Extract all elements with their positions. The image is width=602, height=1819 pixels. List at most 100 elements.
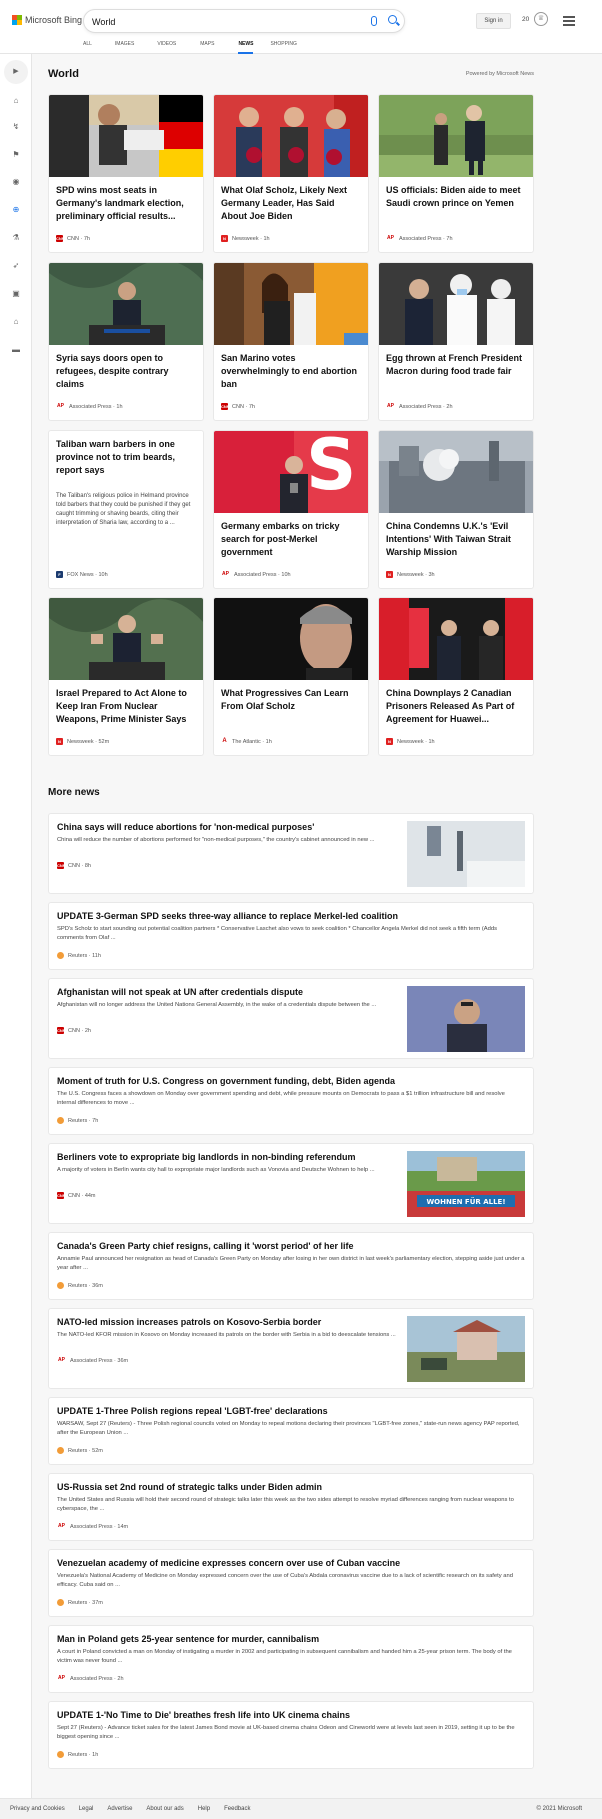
more-news-item[interactable]: China says will reduce abortions for 'no… [48,813,534,894]
location-icon[interactable]: ◉ [11,177,21,187]
sign-in-button[interactable]: Sign in [476,13,511,29]
card-title[interactable]: Israel Prepared to Act Alone to Keep Ira… [56,687,196,726]
card-title[interactable]: SPD wins most seats in Germany's landmar… [56,184,196,223]
item-title[interactable]: UPDATE 1-'No Time to Die' breathes fresh… [57,1710,350,1720]
card-title[interactable]: What Olaf Scholz, Likely Next Germany Le… [221,184,361,223]
more-news-item[interactable]: Afghanistan will not speak at UN after c… [48,978,534,1059]
tab-images[interactable]: IMAGES [115,39,134,54]
politics-icon[interactable]: ⌂ [11,317,21,327]
card-title[interactable]: China Condemns U.K.'s 'Evil Intentions' … [386,520,526,559]
item-title[interactable]: Man in Poland gets 25-year sentence for … [57,1634,319,1644]
item-source[interactable]: Reuters · 11h [57,952,101,959]
item-source[interactable]: Reuters · 1h [57,1751,98,1758]
home-icon[interactable]: ⌂ [11,96,21,106]
news-card[interactable]: Taliban warn barbers in one province not… [48,430,204,589]
more-news-item[interactable]: UPDATE 1-'No Time to Die' breathes fresh… [48,1701,534,1769]
footer-link-advertise[interactable]: Advertise [107,1806,132,1812]
card-source[interactable]: CNN CNN · 7h [56,235,90,242]
science-icon[interactable]: ⚗ [11,233,21,243]
news-card[interactable]: What Olaf Scholz, Likely Next Germany Le… [213,94,369,253]
item-source[interactable]: CNN CNN · 8h [57,862,91,869]
footer-link-privacy[interactable]: Privacy and Cookies [10,1806,65,1812]
item-title[interactable]: Afghanistan will not speak at UN after c… [57,987,303,997]
news-card[interactable]: S Germany embarks on tricky search for p… [213,430,369,589]
item-source[interactable]: Reuters · 7h [57,1117,98,1124]
item-title[interactable]: NATO-led mission increases patrols on Ko… [57,1317,321,1327]
tab-shopping[interactable]: SHOPPING [270,39,296,54]
search-box[interactable] [83,9,405,33]
item-source[interactable]: CNN CNN · 2h [57,1027,91,1034]
item-source[interactable]: AP Associated Press · 36m [57,1357,128,1364]
card-source[interactable]: AP Associated Press · 7h [386,235,453,242]
tab-videos[interactable]: VIDEOS [157,39,176,54]
card-source[interactable]: N Newsweek · 1h [221,235,270,242]
more-news-item[interactable]: UPDATE 3-German SPD seeks three-way alli… [48,902,534,970]
rewards-trophy-icon[interactable]: ♕ [534,12,548,26]
more-news-item[interactable]: US-Russia set 2nd round of strategic tal… [48,1473,534,1541]
card-source[interactable]: F FOX News · 10h [56,571,108,578]
news-card[interactable]: SPD wins most seats in Germany's landmar… [48,94,204,253]
more-news-item[interactable]: Man in Poland gets 25-year sentence for … [48,1625,534,1693]
card-source[interactable]: AP Associated Press · 1h [56,403,123,410]
footer-link-about-ads[interactable]: About our ads [146,1806,183,1812]
expand-sidebar-icon[interactable]: ▶ [4,60,28,84]
microphone-icon[interactable] [371,16,377,26]
card-title[interactable]: Germany embarks on tricky search for pos… [221,520,361,559]
news-card[interactable]: China Downplays 2 Canadian Prisoners Rel… [378,597,534,756]
item-title[interactable]: Canada's Green Party chief resigns, call… [57,1241,354,1251]
card-title[interactable]: Egg thrown at French President Macron du… [386,352,526,378]
item-title[interactable]: China says will reduce abortions for 'no… [57,822,314,832]
card-title[interactable]: Syria says doors open to refugees, despi… [56,352,196,391]
card-source[interactable]: N Newsweek · 3h [386,571,435,578]
item-source[interactable]: Reuters · 36m [57,1282,103,1289]
news-card[interactable]: Syria says doors open to refugees, despi… [48,262,204,421]
news-card[interactable]: San Marino votes overwhelmingly to end a… [213,262,369,421]
card-source[interactable]: AP Associated Press · 10h [221,571,291,578]
news-card[interactable]: US officials: Biden aide to meet Saudi c… [378,94,534,253]
card-source[interactable]: CNN CNN · 7h [221,403,255,410]
item-source[interactable]: CNN CNN · 44m [57,1192,96,1199]
trending-icon[interactable]: ↯ [11,122,21,132]
rocket-icon[interactable]: ➶ [11,261,21,271]
card-title[interactable]: China Downplays 2 Canadian Prisoners Rel… [386,687,526,726]
search-input[interactable] [92,14,342,29]
more-news-item[interactable]: Berliners vote to expropriate big landlo… [48,1143,534,1224]
card-source[interactable]: AP Associated Press · 2h [386,403,453,410]
card-source[interactable]: N Newsweek · 52m [56,738,109,745]
more-news-item[interactable]: Moment of truth for U.S. Congress on gov… [48,1067,534,1135]
item-source[interactable]: Reuters · 52m [57,1447,103,1454]
news-card[interactable]: Egg thrown at French President Macron du… [378,262,534,421]
search-icon[interactable] [388,15,397,24]
card-title[interactable]: San Marino votes overwhelmingly to end a… [221,352,361,391]
bing-logo[interactable]: Microsoft Bing [12,15,82,25]
item-title[interactable]: US-Russia set 2nd round of strategic tal… [57,1482,322,1492]
item-source[interactable]: AP Associated Press · 2h [57,1675,124,1682]
more-news-item[interactable]: Canada's Green Party chief resigns, call… [48,1232,534,1300]
card-title[interactable]: Taliban warn barbers in one province not… [56,438,196,477]
item-title[interactable]: UPDATE 1-Three Polish regions repeal 'LG… [57,1406,328,1416]
item-title[interactable]: Berliners vote to expropriate big landlo… [57,1152,356,1162]
item-title[interactable]: UPDATE 3-German SPD seeks three-way alli… [57,911,398,921]
card-source[interactable]: A The Atlantic · 1h [221,738,272,745]
item-title[interactable]: Moment of truth for U.S. Congress on gov… [57,1076,395,1086]
menu-icon[interactable] [563,16,575,28]
tab-all[interactable]: ALL [83,39,92,54]
card-title[interactable]: US officials: Biden aide to meet Saudi c… [386,184,526,210]
footer-link-legal[interactable]: Legal [79,1806,94,1812]
item-title[interactable]: Venezuelan academy of medicine expresses… [57,1558,400,1568]
money-icon[interactable]: ▬ [11,345,21,355]
news-card[interactable]: China Condemns U.K.'s 'Evil Intentions' … [378,430,534,589]
entertainment-icon[interactable]: ▣ [11,289,21,299]
item-source[interactable]: AP Associated Press · 14m [57,1523,128,1530]
tab-news[interactable]: NEWS [238,39,254,54]
more-news-item[interactable]: Venezuelan academy of medicine expresses… [48,1549,534,1617]
more-news-item[interactable]: UPDATE 1-Three Polish regions repeal 'LG… [48,1397,534,1465]
footer-link-feedback[interactable]: Feedback [224,1806,250,1812]
tab-maps[interactable]: MAPS [200,39,214,54]
item-source[interactable]: Reuters · 37m [57,1599,103,1606]
card-source[interactable]: N Newsweek · 1h [386,738,435,745]
news-card[interactable]: Israel Prepared to Act Alone to Keep Ira… [48,597,204,756]
flag-icon[interactable]: ⚑ [11,150,21,160]
globe-icon[interactable]: ⊕ [11,205,21,215]
more-news-item[interactable]: NATO-led mission increases patrols on Ko… [48,1308,534,1389]
